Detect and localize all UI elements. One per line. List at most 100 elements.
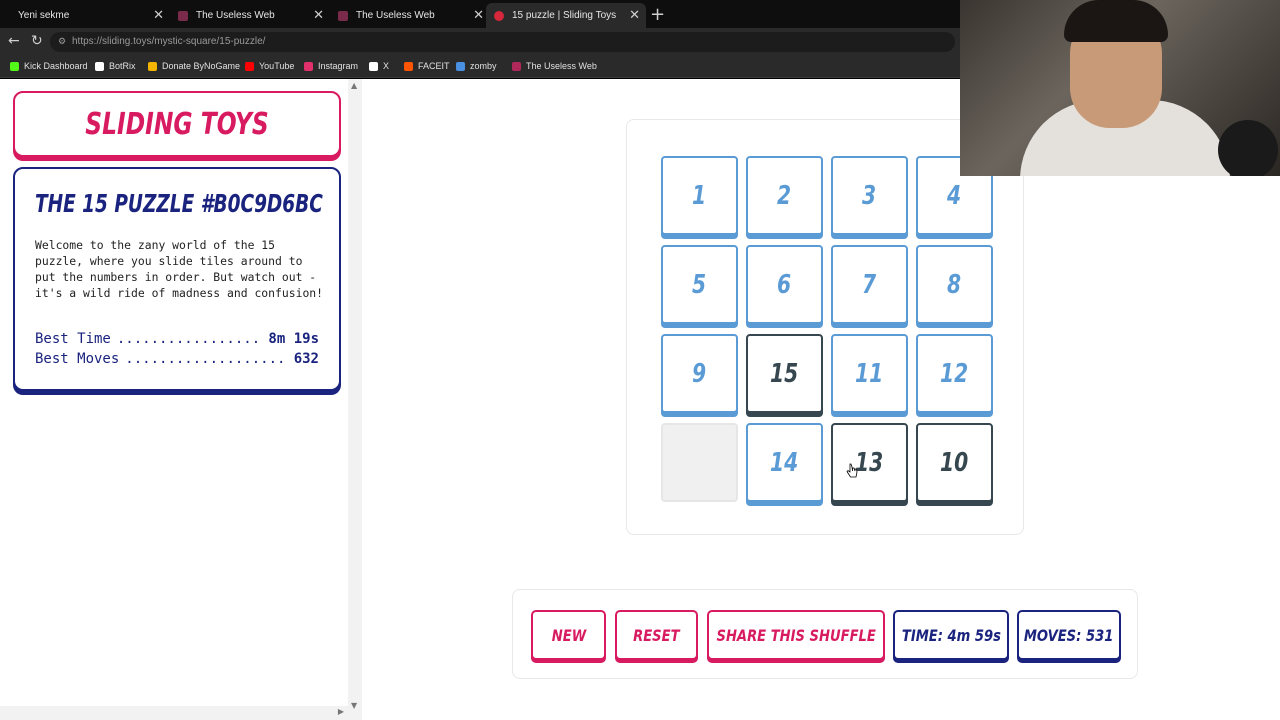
url-field[interactable]: ⚙ https://sliding.toys/mystic-square/15-… xyxy=(50,32,955,52)
puzzle-tile[interactable]: 11 xyxy=(831,334,908,413)
scroll-down-icon[interactable]: ▼ xyxy=(351,701,357,710)
bookmark-item[interactable]: FACEIT xyxy=(404,61,450,71)
puzzle-tile[interactable]: 12 xyxy=(916,334,993,413)
tile-number: 13 xyxy=(855,447,884,478)
bookmark-item[interactable]: zomby xyxy=(456,61,497,71)
bookmark-favicon-icon xyxy=(10,61,19,71)
puzzle-tile[interactable]: 10 xyxy=(916,423,993,502)
tile-number: 14 xyxy=(770,447,799,478)
puzzle-tile[interactable]: 15 xyxy=(746,334,823,413)
new-tab-plus-icon[interactable]: + xyxy=(650,4,665,25)
tile-number: 11 xyxy=(855,358,884,389)
site-info-icon[interactable]: ⚙ xyxy=(58,36,66,47)
bookmark-label: Donate ByNoGame xyxy=(162,61,241,71)
bookmark-item[interactable]: BotRix xyxy=(95,61,136,71)
close-icon[interactable]: ✕ xyxy=(473,7,484,23)
bookmark-favicon-icon xyxy=(148,61,157,71)
tile-number: 3 xyxy=(862,180,877,211)
puzzle-tile[interactable]: 2 xyxy=(746,156,823,235)
puzzle-tile[interactable]: 3 xyxy=(831,156,908,235)
tab-title: The Useless Web xyxy=(356,10,435,21)
bookmark-item[interactable]: Donate ByNoGame xyxy=(148,61,240,71)
useless-web-favicon-icon xyxy=(178,10,188,21)
leader-dots: ........................................… xyxy=(116,331,263,347)
scroll-right-icon[interactable]: ▶ xyxy=(338,707,344,716)
url-text: https://sliding.toys/mystic-square/15-pu… xyxy=(72,36,266,47)
tab-useless-web-1[interactable]: The Useless Web ✕ xyxy=(170,3,330,28)
bookmarks-bar: Kick Dashboard BotRix Donate ByNoGame YouTu… xyxy=(0,56,960,78)
puzzle-tile[interactable]: 8 xyxy=(916,245,993,324)
moves-label: MOVES: 531 xyxy=(1024,625,1114,645)
bookmark-item[interactable]: Instagram xyxy=(304,61,358,71)
share-button-label: SHARE THIS SHUFFLE xyxy=(716,625,876,645)
puzzle-tile[interactable]: 5 xyxy=(661,245,738,324)
reset-button-label: RESET xyxy=(633,625,680,645)
close-icon[interactable]: ✕ xyxy=(629,7,640,23)
info-card: THE 15 PUZZLE #B0C9D6BC Welcome to the z… xyxy=(13,167,341,391)
best-moves-label: Best Moves xyxy=(35,351,120,367)
bookmark-label: X xyxy=(383,61,390,71)
tile-number: 5 xyxy=(692,269,707,300)
tab-title: 15 puzzle | Sliding Toys xyxy=(512,10,617,21)
bookmark-item[interactable]: Kick Dashboard xyxy=(10,61,88,71)
puzzle-tile[interactable]: 9 xyxy=(661,334,738,413)
webcam-person-hair xyxy=(1064,0,1168,42)
horizontal-scrollbar[interactable]: ▶ xyxy=(0,706,348,720)
tile-number: 10 xyxy=(940,447,969,478)
bookmark-item[interactable]: YouTube xyxy=(245,61,294,71)
bookmark-favicon-icon xyxy=(512,61,521,71)
brand-logo[interactable]: SLIDING TOYS xyxy=(13,91,341,157)
bookmark-label: BotRix xyxy=(109,61,136,71)
tile-number: 12 xyxy=(940,358,969,389)
puzzle-title: THE 15 PUZZLE #B0C9D6BC xyxy=(35,189,323,218)
bookmark-label: zomby xyxy=(470,61,497,71)
puzzle-tile[interactable]: 7 xyxy=(831,245,908,324)
best-moves-value: 632 xyxy=(293,351,319,367)
reset-button[interactable]: RESET xyxy=(615,610,698,660)
time-label: TIME: 4m 59s xyxy=(901,625,1001,645)
puzzle-tile[interactable]: 14 xyxy=(746,423,823,502)
scroll-up-icon[interactable]: ▲ xyxy=(351,81,357,90)
bookmark-favicon-icon xyxy=(404,61,413,71)
bookmark-item[interactable]: The Useless Web xyxy=(512,61,597,71)
hand-cursor-icon xyxy=(846,463,858,478)
close-icon[interactable]: ✕ xyxy=(153,7,164,23)
bookmark-label: Kick Dashboard xyxy=(24,61,88,71)
puzzle-tile[interactable]: 13 xyxy=(831,423,908,502)
new-button[interactable]: NEW xyxy=(531,610,606,660)
vertical-scrollbar[interactable]: ▲ ▼ xyxy=(348,79,362,720)
tile-number: 9 xyxy=(692,358,707,389)
new-button-label: NEW xyxy=(551,625,586,645)
bookmark-item[interactable]: X xyxy=(369,61,389,71)
tile-number: 15 xyxy=(770,358,799,389)
bookmark-favicon-icon xyxy=(456,61,465,71)
tab-new[interactable]: Yeni sekme ✕ xyxy=(10,3,170,28)
puzzle-board: 1 2 3 4 5 6 7 8 9 15 11 12 14 13 10 xyxy=(626,119,1024,535)
bookmark-label: Instagram xyxy=(318,61,359,71)
share-shuffle-button[interactable]: SHARE THIS SHUFFLE xyxy=(707,610,885,660)
webcam-microphone xyxy=(1218,120,1278,176)
tab-sliding-toys[interactable]: 15 puzzle | Sliding Toys ✕ xyxy=(486,3,646,28)
brand-name: SLIDING TOYS xyxy=(85,107,269,142)
moves-display: MOVES: 531 xyxy=(1017,610,1121,660)
tile-number: 1 xyxy=(692,180,707,211)
close-icon[interactable]: ✕ xyxy=(313,7,324,23)
time-display: TIME: 4m 59s xyxy=(893,610,1009,660)
tab-useless-web-2[interactable]: The Useless Web ✕ xyxy=(330,3,490,28)
tab-title: Yeni sekme xyxy=(18,10,70,21)
tile-number: 2 xyxy=(777,180,792,211)
bookmark-favicon-icon xyxy=(245,61,254,71)
reload-icon[interactable]: ↻ xyxy=(31,33,43,49)
leader-dots: ........................................… xyxy=(125,351,287,367)
puzzle-tile[interactable]: 1 xyxy=(661,156,738,235)
bookmark-favicon-icon xyxy=(95,61,104,71)
back-arrow-icon[interactable]: ← xyxy=(8,33,20,49)
best-time-label: Best Time xyxy=(35,331,111,347)
puzzle-tile[interactable]: 6 xyxy=(746,245,823,324)
tile-number: 6 xyxy=(777,269,792,300)
bookmark-label: FACEIT xyxy=(418,61,450,71)
best-moves-stat: Best Moves .............................… xyxy=(35,351,319,367)
address-bar-row: ← ↻ ⚙ https://sliding.toys/mystic-square… xyxy=(0,28,960,56)
useless-web-favicon-icon xyxy=(338,10,348,21)
sidebar: SLIDING TOYS THE 15 PUZZLE #B0C9D6BC Wel… xyxy=(0,79,362,720)
